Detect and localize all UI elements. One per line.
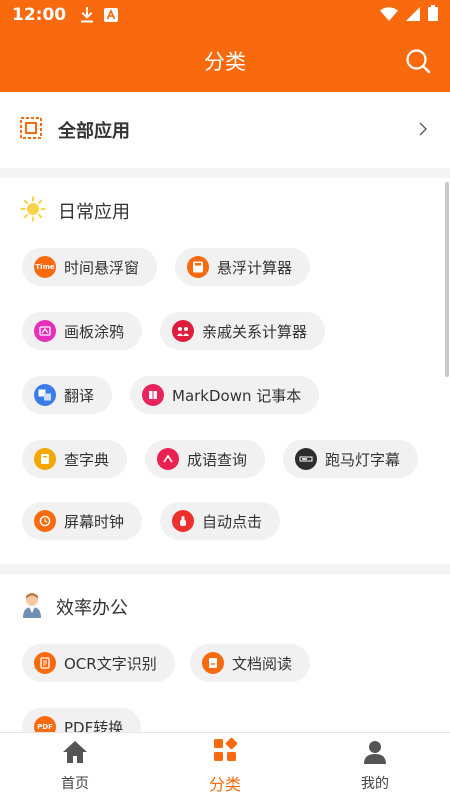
nav-label: 我的	[361, 776, 389, 792]
chip-label: 亲戚关系计算器	[202, 322, 308, 341]
section-title: 效率办公	[56, 598, 128, 619]
chip-relatives-calculator[interactable]: 亲戚关系计算器	[160, 312, 326, 350]
wifi-icon	[380, 6, 398, 25]
chip-label: 查字典	[64, 450, 110, 469]
profile-icon	[364, 740, 386, 768]
chevron-right-icon	[418, 121, 428, 137]
chip-auto-click[interactable]: 自动点击	[160, 502, 281, 540]
section-header: 效率办公	[20, 592, 128, 622]
home-icon	[62, 740, 88, 768]
chip-dictionary[interactable]: 查字典	[22, 440, 128, 478]
chip-idiom-search[interactable]: 成语查询	[145, 440, 266, 478]
section-daily-apps: 日常应用 Time 时间悬浮窗 悬浮计算器 画板涂鸦 亲戚关系计算器 翻译 Ma…	[0, 178, 450, 564]
chip-label: 画板涂鸦	[64, 322, 125, 341]
chip-time-float[interactable]: Time 时间悬浮窗	[22, 248, 158, 286]
bottom-nav: 首页 分类 我的	[0, 732, 450, 800]
dictionary-icon	[34, 448, 56, 470]
time-icon: Time	[34, 256, 56, 278]
chip-document-reader[interactable]: 文档阅读	[190, 644, 311, 682]
chip-label: MarkDown 记事本	[172, 386, 302, 405]
chip-label: 翻译	[64, 386, 95, 405]
app-bar: 分类	[0, 30, 450, 92]
sun-icon	[20, 196, 46, 226]
status-bar: 12:00	[0, 0, 450, 30]
chip-drawing-board[interactable]: 画板涂鸦	[22, 312, 143, 350]
chip-marquee-subtitle[interactable]: 跑马灯字幕	[283, 440, 419, 478]
battery-icon	[428, 5, 438, 25]
pdf-icon: PDF	[34, 716, 56, 732]
chip-screen-clock[interactable]: 屏幕时钟	[22, 502, 143, 540]
chip-label: OCR文字识别	[64, 654, 157, 673]
signal-icon	[406, 6, 420, 25]
document-icon	[202, 652, 224, 674]
calculator-icon	[187, 256, 209, 278]
nav-label: 首页	[61, 776, 89, 792]
drawing-board-icon	[34, 320, 56, 342]
chip-label: 跑马灯字幕	[325, 450, 401, 469]
chip-label: 自动点击	[202, 512, 263, 531]
chip-markdown-notes[interactable]: MarkDown 记事本	[130, 376, 320, 414]
chip-label: 时间悬浮窗	[64, 258, 140, 277]
category-icon	[213, 737, 238, 766]
status-system-icons	[380, 5, 438, 25]
status-notification-icons	[80, 7, 119, 23]
nav-label: 分类	[208, 775, 241, 794]
chip-label: 文档阅读	[232, 654, 293, 673]
idiom-icon	[157, 448, 179, 470]
chip-label: PDF转换	[64, 718, 124, 733]
chip-ocr[interactable]: OCR文字识别	[22, 644, 175, 682]
nav-home[interactable]: 首页	[0, 733, 150, 800]
download-icon	[80, 7, 94, 23]
section-header: 日常应用	[20, 196, 130, 226]
chip-label: 屏幕时钟	[64, 512, 125, 531]
search-icon	[406, 49, 431, 74]
chip-label: 悬浮计算器	[217, 258, 293, 277]
chip-label: 成语查询	[187, 450, 248, 469]
category-content[interactable]: 全部应用 日常应用 Time 时间悬浮窗 悬浮计算器 画板涂鸦 亲戚关系计算器 …	[0, 92, 450, 732]
scrollbar[interactable]	[445, 182, 449, 377]
markdown-icon	[142, 384, 164, 406]
chip-float-calculator[interactable]: 悬浮计算器	[175, 248, 311, 286]
chip-translate[interactable]: 翻译	[22, 376, 113, 414]
translate-icon	[34, 384, 56, 406]
chip-pdf-convert[interactable]: PDF PDF转换	[22, 708, 142, 733]
all-apps-label: 全部应用	[58, 121, 130, 142]
section-title: 日常应用	[58, 202, 130, 223]
all-apps-row[interactable]: 全部应用	[0, 92, 450, 168]
clock-icon	[34, 510, 56, 532]
marquee-icon	[295, 448, 317, 470]
relatives-icon	[172, 320, 194, 342]
section-office-efficiency: 效率办公 OCR文字识别 文档阅读 PDF PDF转换	[0, 574, 450, 732]
nav-category[interactable]: 分类	[150, 733, 300, 800]
office-worker-icon	[20, 592, 44, 622]
status-time: 12:00	[12, 5, 67, 25]
nav-profile[interactable]: 我的	[300, 733, 450, 800]
keyboard-a-icon	[104, 8, 119, 22]
page-title: 分类	[204, 50, 246, 74]
grid-frame-icon	[20, 117, 42, 143]
auto-click-icon	[172, 510, 194, 532]
search-button[interactable]	[404, 47, 432, 75]
ocr-icon	[34, 652, 56, 674]
